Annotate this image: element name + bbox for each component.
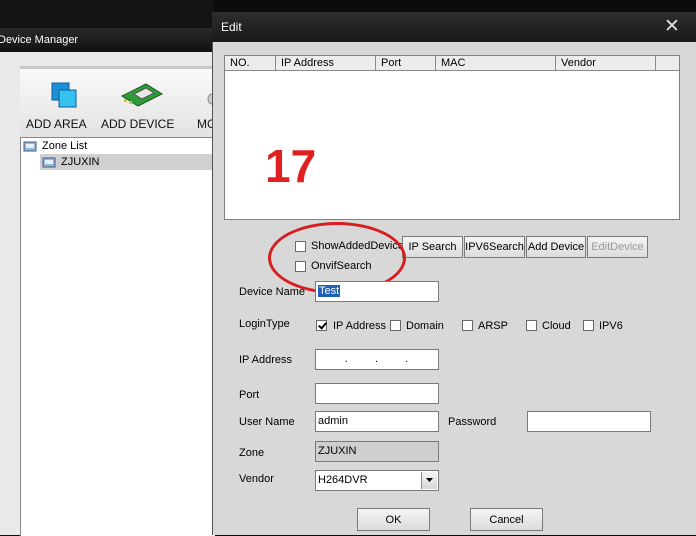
login-ipv6-checkbox[interactable] — [583, 320, 594, 331]
login-ipv6-label: IPV6 — [599, 320, 623, 332]
add-device-dialog-button[interactable]: Add Device — [526, 236, 586, 258]
device-name-label: Device Name — [239, 286, 306, 298]
device-manager-titlebar: Device Manager — [0, 28, 214, 52]
password-input[interactable] — [527, 411, 651, 432]
device-manager-title: Device Manager — [0, 34, 79, 46]
login-arsp-checkbox[interactable] — [462, 320, 473, 331]
onvif-search-checkbox[interactable] — [295, 261, 306, 272]
zone-list-icon — [23, 141, 37, 152]
annotation-number: 17 — [265, 140, 317, 192]
vendor-select[interactable]: H264DVR — [315, 470, 439, 491]
column-header-filler — [656, 56, 679, 71]
tree-item-label: ZJUXIN — [61, 156, 100, 168]
close-icon[interactable]: ✕ — [664, 17, 680, 36]
show-added-device-label: ShowAddedDevice — [311, 240, 404, 252]
zone-icon — [42, 157, 56, 168]
ip-address-input[interactable]: . . . — [315, 349, 439, 370]
device-name-value: Test — [318, 285, 341, 297]
tree-item-label: Zone List — [42, 140, 88, 152]
device-search-list[interactable]: NO. IP Address Port MAC Vendor — [224, 55, 680, 220]
zone-field: ZJUXIN — [315, 441, 439, 462]
login-type-label: LoginType — [239, 318, 290, 330]
ok-button[interactable]: OK — [357, 508, 430, 531]
add-device-icon[interactable] — [118, 80, 166, 110]
tree-item-zjuxin[interactable]: ZJUXIN — [40, 154, 214, 170]
ip-search-button[interactable]: IP Search — [402, 236, 463, 258]
zone-tree — [20, 137, 215, 536]
column-header-ip-address[interactable]: IP Address — [276, 56, 376, 71]
edit-dialog-titlebar: Edit ✕ — [212, 12, 696, 42]
vendor-value: H264DVR — [318, 474, 368, 486]
dialog-title: Edit — [221, 20, 242, 34]
login-domain-checkbox[interactable] — [390, 320, 401, 331]
column-header-mac[interactable]: MAC — [436, 56, 556, 71]
login-cloud-checkbox[interactable] — [526, 320, 537, 331]
add-device-button[interactable]: ADD DEVICE — [101, 117, 174, 131]
add-area-button[interactable]: ADD AREA — [26, 117, 87, 131]
user-name-input[interactable]: admin — [315, 411, 439, 432]
show-added-device-checkbox[interactable] — [295, 241, 306, 252]
port-input[interactable] — [315, 383, 439, 404]
column-header-vendor[interactable]: Vendor — [556, 56, 656, 71]
dropdown-button[interactable] — [421, 472, 437, 489]
ip-address-label: IP Address — [239, 354, 292, 366]
port-label: Port — [239, 389, 260, 401]
onvif-search-label: OnvifSearch — [311, 260, 372, 272]
vendor-label: Vendor — [239, 473, 274, 485]
chevron-down-icon — [426, 478, 433, 482]
ipv6-search-button[interactable]: IPV6Search — [464, 236, 525, 258]
device-name-input[interactable]: Test — [315, 281, 439, 302]
column-header-port[interactable]: Port — [376, 56, 436, 71]
edit-device-button[interactable]: EditDevice — [587, 236, 648, 258]
password-label: Password — [448, 416, 497, 428]
login-ip-address-label: IP Address — [333, 320, 386, 332]
cancel-button[interactable]: Cancel — [470, 508, 543, 531]
login-domain-label: Domain — [406, 320, 444, 332]
add-area-icon[interactable] — [50, 81, 78, 109]
user-name-label: User Name — [239, 416, 295, 428]
background-dark-area — [0, 0, 214, 28]
login-cloud-label: Cloud — [542, 320, 571, 332]
column-header-no[interactable]: NO. — [225, 56, 276, 71]
login-ip-address-checkbox[interactable] — [316, 320, 327, 331]
login-arsp-label: ARSP — [478, 320, 508, 332]
zone-label: Zone — [239, 447, 265, 459]
